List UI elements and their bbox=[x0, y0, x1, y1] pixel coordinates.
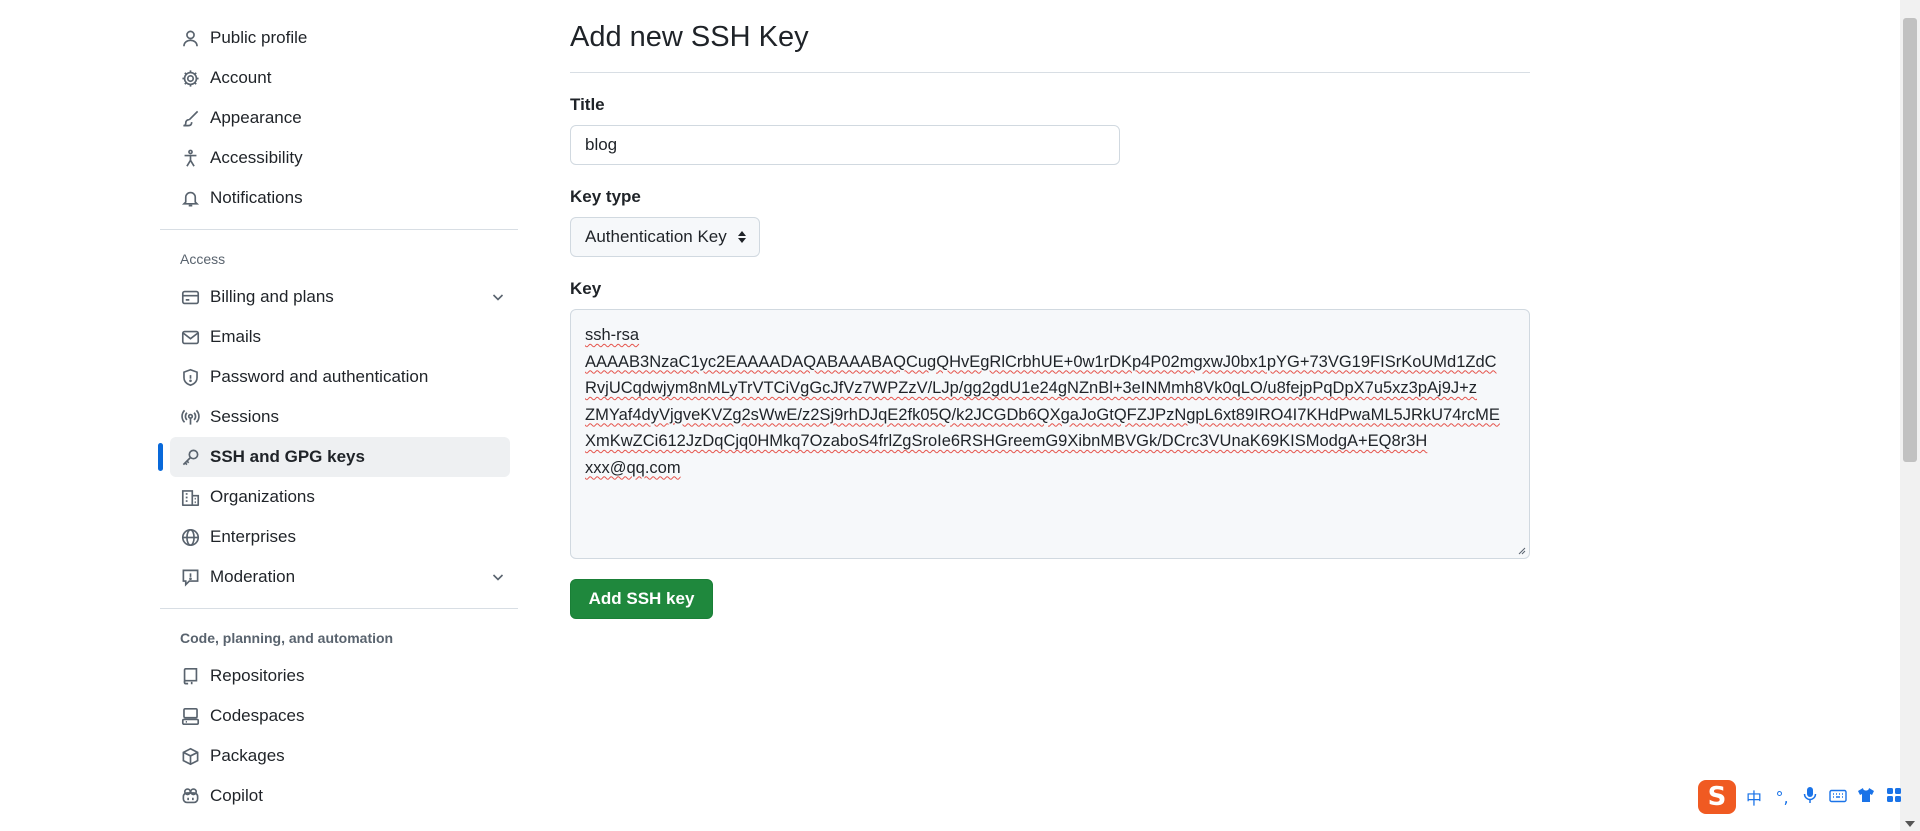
mic-icon[interactable] bbox=[1800, 786, 1820, 808]
key-line: ssh-rsa bbox=[585, 326, 640, 344]
sidebar-item-notifications[interactable]: Notifications bbox=[160, 178, 518, 218]
chevron-down-icon[interactable] bbox=[490, 569, 506, 585]
sidebar-item-public-profile[interactable]: Public profile bbox=[160, 18, 518, 58]
sidebar-item-label: Organizations bbox=[210, 487, 315, 506]
copilot-icon bbox=[180, 786, 200, 806]
key-type-select[interactable]: Authentication Key bbox=[570, 217, 760, 257]
broadcast-icon bbox=[180, 407, 200, 427]
select-arrows-icon bbox=[737, 231, 746, 243]
page-scrollbar[interactable] bbox=[1900, 0, 1920, 831]
credit-card-icon bbox=[180, 287, 200, 307]
sidebar-item-repositories[interactable]: Repositories bbox=[160, 656, 518, 696]
shirt-icon[interactable] bbox=[1856, 787, 1876, 807]
code-planning-header: Code, planning, and automation bbox=[180, 630, 394, 646]
sidebar-divider bbox=[160, 608, 518, 609]
sidebar-item-accessibility[interactable]: Accessibility bbox=[160, 138, 518, 178]
access-header: Access bbox=[180, 251, 226, 267]
sidebar-item-label: Copilot bbox=[210, 786, 263, 805]
key-type-label: Key type bbox=[570, 187, 641, 206]
sidebar-item-label: Password and authentication bbox=[210, 367, 429, 386]
title-input-value: blog bbox=[585, 135, 618, 154]
sidebar-item-label: Public profile bbox=[210, 28, 308, 47]
sidebar-item-label: Emails bbox=[210, 327, 262, 346]
sidebar-item-label: Packages bbox=[210, 746, 285, 765]
mail-icon bbox=[180, 327, 200, 347]
person-icon bbox=[180, 28, 200, 48]
scrollbar-thumb[interactable] bbox=[1903, 18, 1917, 462]
sidebar-item-appearance[interactable]: Appearance bbox=[160, 98, 518, 138]
sidebar-item-label: Moderation bbox=[210, 567, 296, 586]
sidebar-item-label: SSH and GPG keys bbox=[210, 447, 365, 466]
repo-icon bbox=[180, 666, 200, 686]
resize-handle-icon[interactable] bbox=[1516, 545, 1526, 555]
globe-icon bbox=[180, 527, 200, 547]
ime-punctuation-toggle[interactable]: °, bbox=[1772, 788, 1792, 807]
bell-icon bbox=[180, 188, 200, 208]
ime-logo-icon[interactable]: S bbox=[1698, 780, 1736, 814]
sidebar-item-label: Notifications bbox=[210, 188, 303, 207]
organization-icon bbox=[180, 487, 200, 507]
main-content: Add new SSH Key Title blog Key type Auth… bbox=[570, 20, 1530, 619]
add-ssh-key-button[interactable]: Add SSH key bbox=[570, 579, 713, 619]
shield-icon bbox=[180, 367, 200, 387]
key-line: RvjUCqdwjym8nMLyTrVTCiVgGcJfVz7WPZzV/LJp… bbox=[585, 379, 1478, 397]
sidebar-divider bbox=[160, 229, 518, 230]
package-icon bbox=[180, 746, 200, 766]
scroll-down-arrow-icon[interactable] bbox=[1905, 821, 1915, 827]
sidebar-item-ssh-gpg-keys[interactable]: SSH and GPG keys bbox=[158, 437, 510, 477]
key-line: AAAAB3NzaC1yc2EAAAADAQABAAABAQCugQHvEgRl… bbox=[585, 352, 1497, 371]
key-label: Key bbox=[570, 279, 602, 298]
key-line: xxx@qq.com bbox=[585, 458, 681, 477]
grid-icon[interactable] bbox=[1884, 787, 1904, 807]
sidebar-item-emails[interactable]: Emails bbox=[160, 317, 518, 357]
sidebar-item-sessions[interactable]: Sessions bbox=[160, 397, 518, 437]
sidebar-item-codespaces[interactable]: Codespaces bbox=[160, 696, 518, 736]
page-title: Add new SSH Key bbox=[570, 20, 1530, 73]
sidebar-item-password-authentication[interactable]: Password and authentication bbox=[160, 357, 518, 397]
sidebar-item-enterprises[interactable]: Enterprises bbox=[160, 517, 518, 557]
sidebar-item-label: Repositories bbox=[210, 666, 305, 685]
key-icon bbox=[180, 447, 200, 467]
keyboard-icon[interactable] bbox=[1828, 788, 1848, 807]
chevron-down-icon[interactable] bbox=[490, 289, 506, 305]
title-label: Title bbox=[570, 95, 605, 114]
title-input[interactable]: blog bbox=[570, 125, 1120, 165]
ime-language-toggle[interactable]: 中 bbox=[1744, 785, 1764, 809]
key-line: XmKwZCi612JzDqCjq0HMkq7OzaboS4frlZgSroIe… bbox=[585, 432, 1428, 450]
sidebar-item-moderation[interactable]: Moderation bbox=[160, 557, 518, 597]
sidebar-item-billing[interactable]: Billing and plans bbox=[160, 277, 518, 317]
codespaces-icon bbox=[180, 706, 200, 726]
sidebar-item-label: Appearance bbox=[210, 108, 302, 127]
sidebar-item-label: Sessions bbox=[210, 407, 279, 426]
key-textarea[interactable]: ssh-rsa AAAAB3NzaC1yc2EAAAADAQABAAABAQCu… bbox=[570, 309, 1530, 559]
key-line: ZMYaf4dyVjgveKVZg2sWwE/z2Sj9rhDJqE2fk05Q… bbox=[585, 405, 1500, 424]
sidebar-item-copilot[interactable]: Copilot bbox=[160, 776, 518, 816]
sidebar-item-organizations[interactable]: Organizations bbox=[160, 477, 518, 517]
sidebar-item-label: Billing and plans bbox=[210, 287, 334, 306]
sidebar-item-account[interactable]: Account bbox=[160, 58, 518, 98]
sidebar-item-label: Accessibility bbox=[210, 148, 303, 167]
ime-toolbar: S 中 °, bbox=[1696, 780, 1918, 814]
key-type-value: Authentication Key bbox=[585, 227, 727, 246]
sidebar-item-packages[interactable]: Packages bbox=[160, 736, 518, 776]
gear-icon bbox=[180, 68, 200, 88]
settings-sidebar: Public profile Account Appearance Access… bbox=[158, 18, 518, 816]
sidebar-item-label: Codespaces bbox=[210, 706, 305, 725]
report-icon bbox=[180, 567, 200, 587]
accessibility-icon bbox=[180, 148, 200, 168]
sidebar-item-label: Account bbox=[210, 68, 272, 87]
sidebar-item-label: Enterprises bbox=[210, 527, 296, 546]
paintbrush-icon bbox=[180, 108, 200, 128]
